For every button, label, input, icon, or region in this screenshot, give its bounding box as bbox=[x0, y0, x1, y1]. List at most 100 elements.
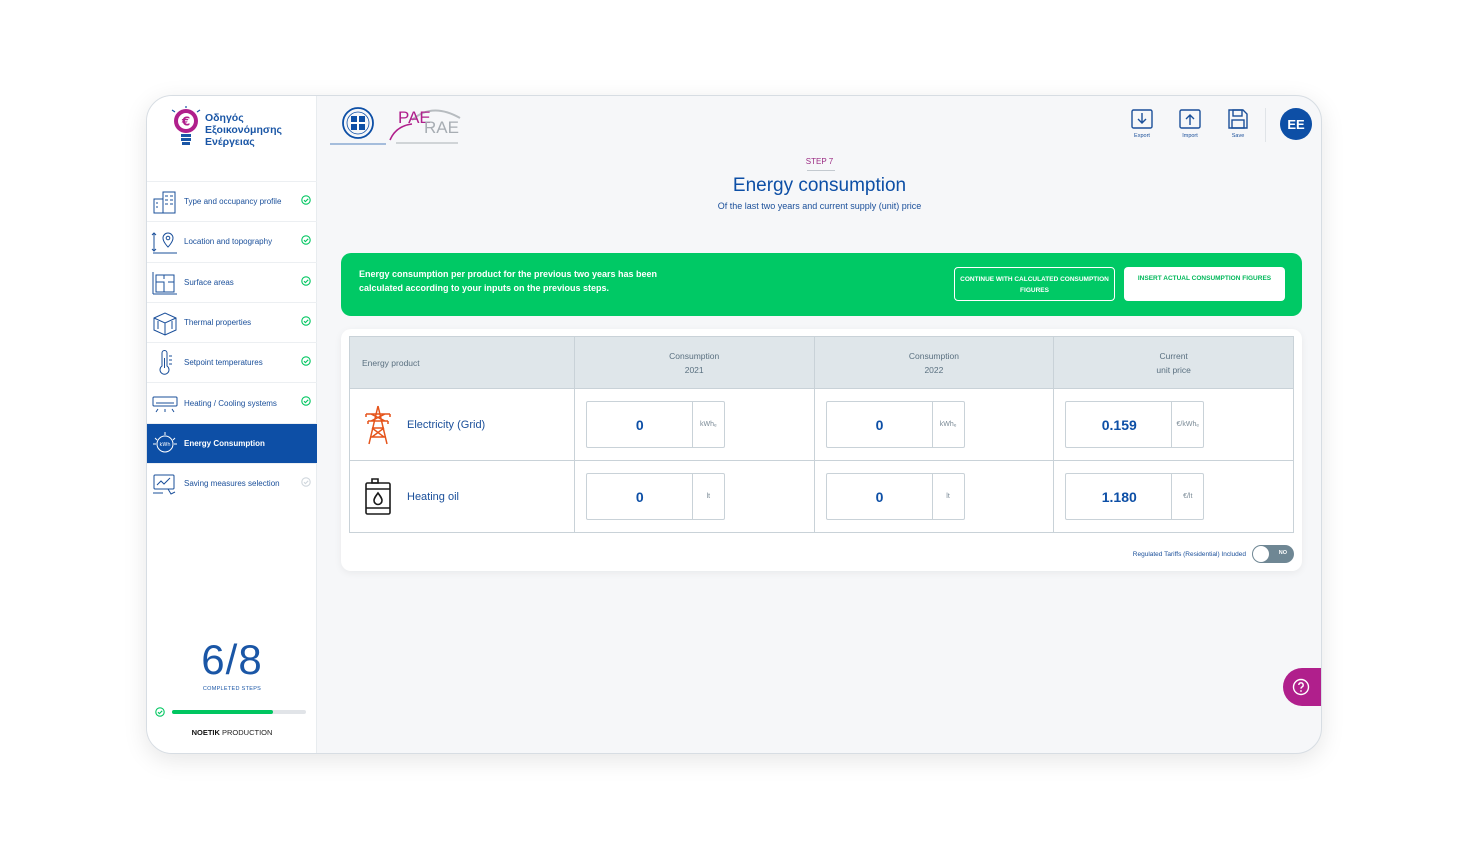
field-value: 0.159 bbox=[1101, 416, 1137, 433]
progress-bar bbox=[155, 707, 307, 717]
credit: NOETIK PRODUCTION bbox=[147, 728, 317, 737]
savings-chart-icon bbox=[153, 474, 176, 495]
hellenic-republic-emblem-icon bbox=[330, 107, 386, 145]
main-content: PAE RAE Export Import Save EE STEP 7 Ene… bbox=[318, 96, 1321, 753]
step-label: STEP 7 bbox=[805, 157, 834, 166]
app-window: € Οδηγός Εξοικονόμησης Ενέργειας Type an… bbox=[146, 95, 1322, 754]
app-title-line: Εξοικονόμησης bbox=[205, 124, 282, 136]
steps-nav: Type and occupancy profile Location and … bbox=[147, 181, 317, 503]
progress-summary: 6/8 COMPLETED STEPS NOETIK PRODUCTION bbox=[147, 636, 317, 737]
import-label: Import bbox=[1182, 133, 1198, 139]
field-unit: lt bbox=[691, 474, 724, 519]
consumption-table: Energy product Consumption 2021 Consumpti… bbox=[349, 336, 1294, 533]
app-title-line: Ενέργειας bbox=[205, 136, 255, 148]
rae-logo-latin: RAE bbox=[424, 118, 459, 137]
export-label: Export bbox=[1134, 133, 1150, 139]
field-value: 0 bbox=[875, 488, 884, 505]
consumption-2021-input[interactable]: 0 lt bbox=[585, 473, 725, 520]
app-logo[interactable]: € Οδηγός Εξοικονόμησης Ενέργειας bbox=[171, 106, 311, 162]
insulation-box-icon bbox=[153, 311, 177, 336]
sidebar-item-surface-areas[interactable]: Surface areas bbox=[147, 261, 317, 302]
field-unit: €/kWhₑ bbox=[1171, 402, 1203, 447]
toggle-knob bbox=[1253, 546, 1269, 562]
unit-price-input[interactable]: 0.159 €/kWhₑ bbox=[1065, 401, 1205, 448]
sidebar-item-energy-consumption[interactable]: kWh Energy Consumption bbox=[147, 422, 317, 464]
field-unit: kWhₑ bbox=[691, 402, 724, 447]
sidebar-item-label: Energy Consumption bbox=[184, 438, 265, 448]
thermometer-icon bbox=[159, 349, 172, 375]
sidebar-item-label: Saving measures selection bbox=[184, 479, 280, 489]
header-line: Current bbox=[1159, 350, 1188, 361]
export-button[interactable]: Export bbox=[1129, 108, 1155, 139]
air-conditioner-icon bbox=[152, 396, 178, 413]
sidebar: € Οδηγός Εξοικονόμησης Ενέργειας Type an… bbox=[147, 96, 317, 753]
app-title: Οδηγός Εξοικονόμησης Ενέργειας bbox=[205, 112, 282, 148]
consumption-2022-input[interactable]: 0 lt bbox=[825, 473, 965, 520]
sidebar-item-label: Type and occupancy profile bbox=[184, 197, 282, 207]
field-value: 0 bbox=[635, 488, 644, 505]
table-row: Heating oil 0 lt 0 lt 1.180 €/lt bbox=[349, 460, 1294, 533]
product-cell: Heating oil bbox=[349, 460, 575, 533]
help-button[interactable] bbox=[1283, 668, 1321, 706]
sidebar-item-heating-cooling[interactable]: Heating / Cooling systems bbox=[147, 382, 317, 422]
product-name: Electricity (Grid) bbox=[407, 418, 486, 431]
sidebar-item-label: Setpoint temperatures bbox=[184, 358, 263, 368]
continue-calculated-button[interactable]: CONTINUE WITH CALCULATED CONSUMPTION FIG… bbox=[954, 267, 1115, 301]
progress-fill bbox=[172, 710, 273, 714]
check-circle-icon bbox=[301, 477, 311, 487]
consumption-2021-input[interactable]: 0 kWhₑ bbox=[585, 401, 725, 448]
header-consumption-2022: Consumption 2022 bbox=[813, 336, 1055, 389]
header-line: Consumption bbox=[908, 350, 959, 361]
app-title-line: Οδηγός bbox=[205, 112, 244, 124]
field-value: 1.180 bbox=[1101, 488, 1137, 505]
product-cell: Electricity (Grid) bbox=[349, 388, 575, 461]
check-circle-icon bbox=[301, 396, 311, 407]
regulated-tariffs-toggle[interactable]: NO bbox=[1252, 545, 1294, 563]
check-circle-icon bbox=[301, 235, 311, 246]
regulated-tariffs-label: Regulated Tariffs (Residential) Included bbox=[1132, 550, 1246, 558]
import-button[interactable]: Import bbox=[1177, 108, 1203, 139]
field-unit: €/lt bbox=[1171, 474, 1203, 519]
check-circle-icon bbox=[301, 275, 311, 286]
unit-price-input[interactable]: 1.180 €/lt bbox=[1065, 473, 1205, 520]
cell-2021: 0 kWhₑ bbox=[573, 388, 815, 461]
consumption-2022-input[interactable]: 0 kWhₑ bbox=[825, 401, 965, 448]
save-icon bbox=[1228, 109, 1248, 129]
sidebar-item-type-occupancy[interactable]: Type and occupancy profile bbox=[147, 181, 317, 221]
check-circle-icon bbox=[301, 356, 311, 366]
user-avatar[interactable]: EE bbox=[1280, 108, 1312, 140]
cell-price: 0.159 €/kWhₑ bbox=[1053, 388, 1294, 461]
header-unit-price: Current unit price bbox=[1053, 336, 1294, 389]
check-circle-icon bbox=[155, 707, 165, 717]
upload-icon bbox=[1179, 109, 1201, 129]
sidebar-item-label: Heating / Cooling systems bbox=[184, 398, 277, 408]
calculated-banner: Energy consumption per product for the p… bbox=[341, 253, 1302, 316]
credit-rest: PRODUCTION bbox=[219, 728, 273, 737]
header-energy-product: Energy product bbox=[349, 336, 575, 389]
save-button[interactable]: Save bbox=[1225, 108, 1251, 139]
sidebar-item-label: Surface areas bbox=[184, 277, 234, 287]
cell-price: 1.180 €/lt bbox=[1053, 460, 1294, 533]
header-consumption-2021: Consumption 2021 bbox=[573, 336, 815, 389]
check-circle-icon bbox=[301, 316, 311, 326]
sidebar-item-setpoint[interactable]: Setpoint temperatures bbox=[147, 342, 317, 382]
product-name: Heating oil bbox=[407, 490, 459, 503]
sidebar-item-saving-measures[interactable]: Saving measures selection bbox=[147, 463, 317, 503]
svg-text:kWh: kWh bbox=[159, 442, 170, 448]
building-icon bbox=[153, 191, 176, 214]
completed-steps-count: 6/8 bbox=[201, 636, 263, 683]
banner-text: Energy consumption per product for the p… bbox=[359, 269, 658, 293]
consumption-card: Energy product Consumption 2021 Consumpti… bbox=[341, 329, 1302, 571]
sidebar-item-location[interactable]: Location and topography bbox=[147, 221, 317, 261]
header-line: unit price bbox=[1156, 364, 1191, 375]
cell-2022: 0 lt bbox=[813, 460, 1055, 533]
kwh-meter-icon: kWh bbox=[153, 432, 177, 453]
question-circle-icon bbox=[1292, 678, 1310, 696]
insert-actual-button[interactable]: INSERT ACTUAL CONSUMPTION FIGURES bbox=[1124, 267, 1285, 301]
floor-plan-icon bbox=[152, 272, 177, 295]
field-unit: lt bbox=[931, 474, 964, 519]
sidebar-item-thermal[interactable]: Thermal properties bbox=[147, 301, 317, 342]
cell-2021: 0 lt bbox=[573, 460, 815, 533]
download-icon bbox=[1131, 109, 1153, 129]
progress-track bbox=[172, 710, 306, 714]
